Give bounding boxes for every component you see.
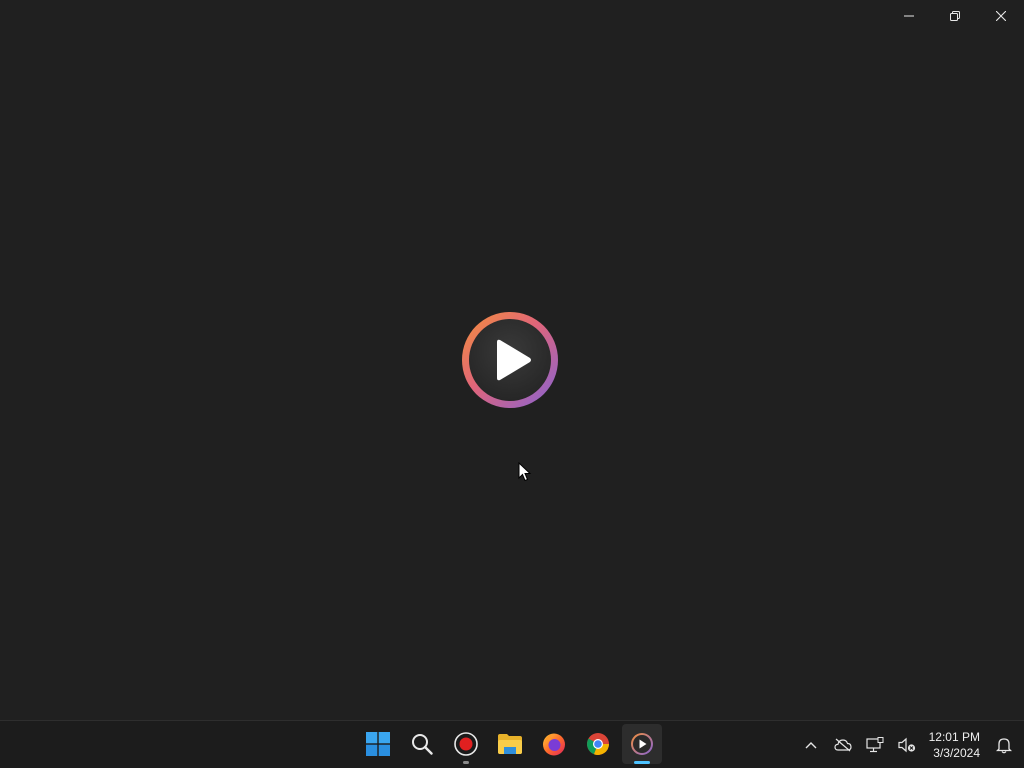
volume-muted-icon [898,737,915,752]
clock-time: 12:01 PM [928,729,980,744]
taskbar-file-explorer[interactable] [490,724,530,764]
taskbar: 12:01 PM 3/3/2024 [0,720,1024,768]
taskbar-clock[interactable]: 12:01 PM 3/3/2024 [923,729,988,761]
minimize-icon [904,15,914,17]
notification-center-button[interactable] [988,725,1020,765]
minimize-button[interactable] [886,0,932,32]
restore-button[interactable] [932,0,978,32]
show-hidden-icons-button[interactable] [795,725,827,765]
taskbar-chrome[interactable] [578,724,618,764]
mouse-cursor-icon [518,462,532,482]
onedrive-offline-icon [834,738,852,751]
search-icon [412,734,433,755]
record-icon [454,732,478,756]
windows-start-icon [366,732,390,756]
restore-icon [950,11,960,21]
taskbar-screen-recorder[interactable] [446,724,486,764]
taskbar-media-player[interactable] [622,724,662,764]
media-player-play-logo [462,312,558,408]
network-status[interactable] [859,725,891,765]
taskbar-search-button[interactable] [402,724,442,764]
onedrive-status[interactable] [827,725,859,765]
focused-indicator [634,761,650,764]
volume-status[interactable] [891,725,923,765]
system-tray: 12:01 PM 3/3/2024 [795,721,1024,768]
taskbar-pinned-apps [358,724,662,764]
clock-date: 3/3/2024 [933,745,980,760]
firefox-icon [543,733,565,756]
notification-bell-icon [996,737,1012,753]
folder-icon [498,734,522,754]
close-button[interactable] [978,0,1024,32]
media-player-icon [631,733,653,755]
media-player-window [0,0,1024,720]
taskbar-start-button[interactable] [358,724,398,764]
taskbar-firefox[interactable] [534,724,574,764]
window-caption-controls [886,0,1024,32]
running-indicator [463,761,469,764]
chrome-icon [587,733,609,755]
chevron-up-icon [805,741,817,748]
network-icon [866,736,884,752]
close-icon [996,11,1006,21]
